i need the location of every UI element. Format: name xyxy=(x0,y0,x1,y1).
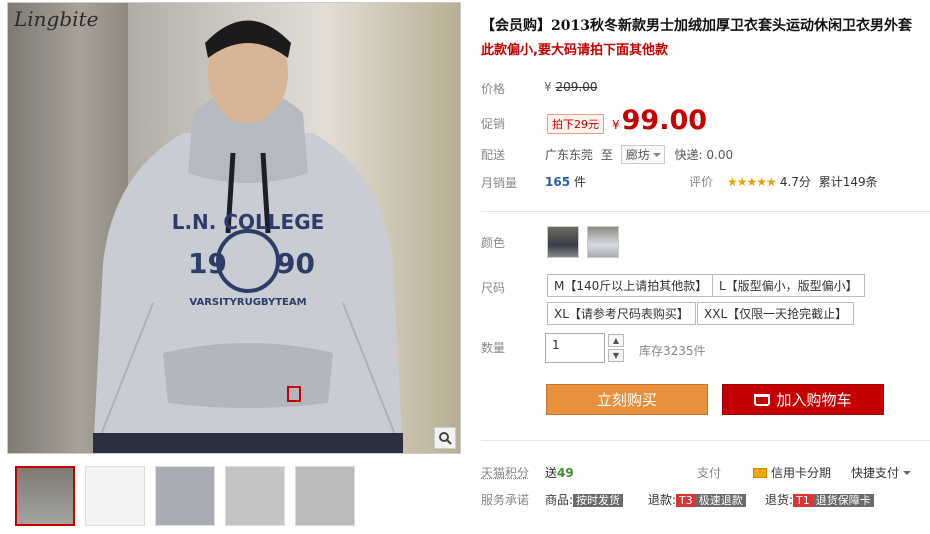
size-option-l[interactable]: L【版型偏小，版型偏小】 xyxy=(712,274,865,297)
credit-card-label: 信用卡分期 xyxy=(771,466,832,480)
quantity-increase-button[interactable]: ▲ xyxy=(608,334,624,347)
sale-price: ¥99.00 xyxy=(612,105,707,136)
product-info-panel: 【会员购】2013秋冬新款男士加绒加厚卫衣套头运动休闲卫衣男外套 此款偏小,要大… xyxy=(481,0,930,534)
return-service: 退货: T1 退货保障卡 xyxy=(765,491,874,508)
product-subtitle: 此款偏小,要大码请拍下面其他款 xyxy=(481,43,668,58)
return-tag: T1 xyxy=(793,494,813,507)
promo-tag: 拍下29元 xyxy=(547,114,604,134)
refund-tag: T3 xyxy=(676,494,696,507)
price-label: 价格 xyxy=(481,82,506,96)
chevron-up-icon: ▲ xyxy=(612,336,620,345)
destination-select[interactable]: 廊坊 xyxy=(620,145,665,164)
rating-score: 4.7分 xyxy=(779,175,811,189)
refund-service: 退款: T3 极速退款 xyxy=(648,491,746,508)
divider xyxy=(481,440,930,441)
points-prefix: 送 xyxy=(545,466,558,480)
color-swatch-light[interactable] xyxy=(587,226,619,258)
svg-text:VARSITYRUGBYTEAM: VARSITYRUGBYTEAM xyxy=(189,297,306,308)
thumbnail-2[interactable] xyxy=(85,466,145,526)
ship-to-label: 至 xyxy=(600,148,613,162)
ship-from: 广东东莞 xyxy=(545,148,594,162)
price-value: 99.00 xyxy=(621,105,708,136)
thumbnail-5[interactable] xyxy=(295,466,355,526)
payment-label: 支付 xyxy=(697,466,722,480)
monthly-sales-value: 165 xyxy=(545,175,571,189)
brand-logo: Lingbite xyxy=(14,7,99,31)
add-to-cart-label: 加入购物车 xyxy=(776,391,852,409)
rating-label: 评价 xyxy=(689,175,714,189)
quick-pay[interactable]: 快捷支付 xyxy=(851,464,912,481)
points-value: 49 xyxy=(557,466,574,480)
product-title: 【会员购】2013秋冬新款男士加绒加厚卫衣套头运动休闲卫衣男外套 xyxy=(481,18,912,34)
color-swatch-dark[interactable] xyxy=(547,226,579,258)
tmall-points-label[interactable]: 天猫积分 xyxy=(481,464,529,481)
thumbnail-4[interactable] xyxy=(225,466,285,526)
buy-now-button[interactable]: 立刻购买 xyxy=(546,384,708,415)
svg-text:90: 90 xyxy=(276,247,315,280)
original-price: ¥ 209.00 xyxy=(544,80,597,94)
return-label: 退货: xyxy=(765,493,794,507)
express-fee: 快递: 0.00 xyxy=(674,148,734,162)
quantity-label: 数量 xyxy=(481,341,506,355)
chevron-down-icon: ▼ xyxy=(612,351,620,360)
model-in-hoodie: L.N. COLLEGE 19 90 VARSITYRUGBYTEAM xyxy=(93,20,403,453)
original-price-currency: ¥ xyxy=(544,80,552,94)
original-price-value: 209.00 xyxy=(555,80,598,94)
magnifier-icon xyxy=(439,432,452,445)
monthly-sales-label: 月销量 xyxy=(481,176,518,190)
size-option-xxl[interactable]: XXL【仅限一天抢完截止】 xyxy=(697,302,855,325)
color-label: 颜色 xyxy=(481,236,506,250)
divider xyxy=(481,211,930,212)
thumbnail-3[interactable] xyxy=(155,466,215,526)
cart-icon xyxy=(754,393,771,406)
return-guarantee-badge[interactable]: 退货保障卡 xyxy=(812,494,874,507)
main-product-image[interactable]: L.N. COLLEGE 19 90 VARSITYRUGBYTEAM Ling… xyxy=(7,2,461,454)
quick-pay-label: 快捷支付 xyxy=(851,466,900,480)
add-to-cart-button[interactable]: 加入购物车 xyxy=(722,384,884,415)
thumbnail-strip xyxy=(15,466,355,526)
credit-card-installment[interactable]: 信用卡分期 xyxy=(753,464,831,481)
fast-refund-badge[interactable]: 极速退款 xyxy=(695,494,746,507)
monthly-sales-unit: 件 xyxy=(573,175,586,189)
rating: 评价 ★★★★★ 4.7分 累计149条 xyxy=(689,173,878,190)
on-time-shipping-badge[interactable]: 按时发货 xyxy=(573,494,624,507)
service-label: 服务承诺 xyxy=(481,493,530,507)
size-option-xl[interactable]: XL【请参考尺码表购买】 xyxy=(547,302,696,325)
size-label: 尺码 xyxy=(481,281,506,295)
goods-service: 商品: 按时发货 xyxy=(545,491,624,508)
rating-total[interactable]: 累计149条 xyxy=(819,175,878,189)
credit-card-icon xyxy=(753,467,767,478)
monthly-sales: 165 件 xyxy=(545,173,586,190)
product-page: L.N. COLLEGE 19 90 VARSITYRUGBYTEAM Ling… xyxy=(0,0,930,534)
rating-stars-icon: ★★★★★ xyxy=(727,175,777,189)
thumbnail-1[interactable] xyxy=(15,466,75,526)
svg-text:19: 19 xyxy=(188,247,227,280)
chevron-down-icon xyxy=(903,470,912,479)
shipping-label: 配送 xyxy=(481,148,506,162)
tmall-points: 送49 xyxy=(545,464,574,481)
stock-count: 库存3235件 xyxy=(639,344,706,358)
zoom-button[interactable] xyxy=(434,427,456,449)
refund-label: 退款: xyxy=(648,493,677,507)
shipping-info: 广东东莞 至 廊坊 快递: 0.00 xyxy=(545,145,733,164)
price-currency: ¥ xyxy=(612,118,620,132)
size-option-m[interactable]: M【140斤以上请拍其他款】 xyxy=(547,274,715,297)
promo-label: 促销 xyxy=(481,117,506,131)
quantity-input[interactable]: 1 xyxy=(545,333,605,363)
goods-label: 商品: xyxy=(545,493,574,507)
quantity-decrease-button[interactable]: ▼ xyxy=(608,349,624,362)
